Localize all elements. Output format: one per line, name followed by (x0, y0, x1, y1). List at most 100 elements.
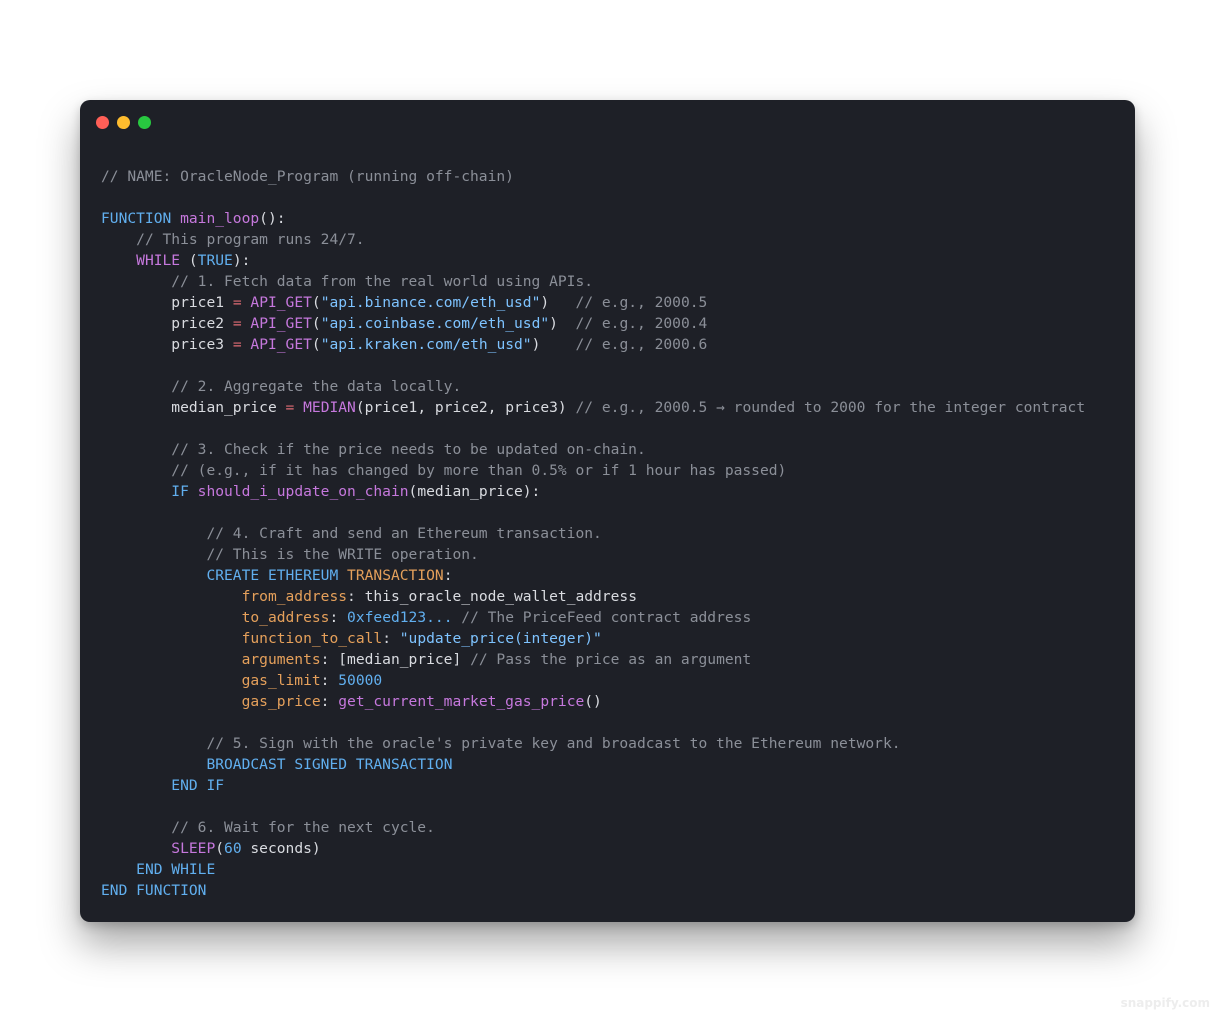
keyword: BROADCAST (206, 756, 286, 773)
comment: // e.g., 2000.5 (575, 294, 708, 311)
code-line: CREATE ETHEREUM TRANSACTION: (101, 565, 1085, 586)
code-line: from_address: this_oracle_node_wallet_ad… (241, 588, 637, 605)
arguments: seconds) (241, 840, 321, 857)
comment: // 3. Check if the price needs to be upd… (171, 441, 646, 458)
comment: // This program runs 24/7. (136, 231, 365, 248)
property-key: gas_price (241, 693, 321, 710)
code-line: // 3. Check if the price needs to be upd… (101, 439, 1085, 460)
comment: // 5. Sign with the oracle's private key… (206, 735, 901, 752)
keyword: END WHILE (136, 861, 216, 878)
comment: // e.g., 2000.4 (575, 315, 708, 332)
code-line: price3 = API_GET("api.kraken.com/eth_usd… (171, 336, 708, 353)
close-button[interactable] (96, 116, 109, 129)
punctuation: ( (215, 840, 225, 857)
keyword: FUNCTION (101, 210, 172, 227)
code-window: // NAME: OracleNode_Program (running off… (80, 100, 1135, 922)
comment: // (e.g., if it has changed by more than… (171, 462, 787, 479)
code-line: // 1. Fetch data from the real world usi… (101, 271, 1085, 292)
code-line: // (e.g., if it has changed by more than… (101, 460, 1085, 481)
keyword: TRANSACTION (355, 756, 453, 773)
number: 60 (224, 840, 242, 857)
function-call: get_current_market_gas_price (338, 693, 585, 710)
code-line: arguments: [median_price] // Pass the pr… (241, 651, 752, 668)
code-line: price2 = API_GET("api.coinbase.com/eth_u… (171, 315, 708, 332)
keyword: CREATE (206, 567, 260, 584)
code-line: END FUNCTION (101, 880, 1085, 901)
variable: price3 (171, 336, 225, 353)
arguments: (median_price): (408, 483, 541, 500)
comment: // 2. Aggregate the data locally. (171, 378, 462, 395)
maximize-button[interactable] (138, 116, 151, 129)
code-line: END IF (101, 775, 1085, 796)
property-value: this_oracle_node_wallet_address (364, 588, 637, 605)
comment: // 4. Craft and send an Ethereum transac… (206, 525, 602, 542)
code-line: gas_limit: 50000 (241, 672, 383, 689)
comment: // 1. Fetch data from the real world usi… (171, 273, 594, 290)
variable: price1 (171, 294, 225, 311)
code-line: // This program runs 24/7. (101, 229, 1085, 250)
property-value: 0xfeed123... (347, 609, 453, 626)
string: "api.kraken.com/eth_usd" (320, 336, 532, 353)
property-key: function_to_call (241, 630, 383, 647)
keyword: END FUNCTION (101, 882, 207, 899)
canvas: // NAME: OracleNode_Program (running off… (0, 0, 1215, 1022)
punctuation: ( (180, 252, 198, 269)
comment: // The PriceFeed contract address (461, 609, 752, 626)
function-call: MEDIAN (303, 399, 356, 416)
property-key: from_address (241, 588, 348, 605)
code-line: END WHILE (101, 859, 1085, 880)
code-line: function_to_call: "update_price(integer)… (241, 630, 602, 647)
string: "update_price(integer)" (399, 630, 602, 647)
code-line: price1 = API_GET("api.binance.com/eth_us… (171, 294, 708, 311)
window-controls (96, 116, 151, 129)
code-line: // 4. Craft and send an Ethereum transac… (101, 523, 1085, 544)
keyword: ETHEREUM (267, 567, 339, 584)
punctuation: ): (232, 252, 251, 269)
function-call: API_GET (250, 315, 312, 332)
operator: = (232, 294, 242, 311)
code-block: // NAME: OracleNode_Program (running off… (101, 166, 1085, 901)
variable: price2 (171, 315, 225, 332)
property-key: arguments (241, 651, 321, 668)
comment: // Pass the price as an argument (470, 651, 752, 668)
comment: // NAME: OracleNode_Program (running off… (101, 168, 514, 185)
code-line: FUNCTION main_loop(): (101, 208, 1085, 229)
comment: // e.g., 2000.5 → rounded to 2000 for th… (575, 399, 1086, 416)
code-line: // 2. Aggregate the data locally. (101, 376, 1085, 397)
function-call: should_i_update_on_chain (197, 483, 409, 500)
function-call: SLEEP (171, 840, 216, 857)
keyword: SIGNED (294, 756, 348, 773)
punctuation: (): (259, 210, 286, 227)
constant: TRUE (197, 252, 233, 269)
minimize-button[interactable] (117, 116, 130, 129)
code-line: to_address: 0xfeed123... // The PriceFee… (241, 609, 752, 626)
operator: = (285, 399, 295, 416)
code-line: // 5. Sign with the oracle's private key… (101, 733, 1085, 754)
comment: // e.g., 2000.6 (575, 336, 708, 353)
code-line: WHILE (TRUE): (101, 250, 1085, 271)
code-line: // This is the WRITE operation. (101, 544, 1085, 565)
code-line: BROADCAST SIGNED TRANSACTION (101, 754, 1085, 775)
operator: = (232, 315, 242, 332)
function-call: API_GET (250, 336, 312, 353)
number: 50000 (338, 672, 383, 689)
keyword: WHILE (136, 252, 181, 269)
property-key: gas_limit (241, 672, 321, 689)
string: "api.binance.com/eth_usd" (320, 294, 541, 311)
punctuation: () (584, 693, 602, 710)
function-call: API_GET (250, 294, 312, 311)
punctuation: : (443, 567, 453, 584)
arguments: (price1, price2, price3) (355, 399, 567, 416)
keyword: END IF (171, 777, 225, 794)
keyword: IF (171, 483, 189, 500)
code-line: gas_price: get_current_market_gas_price(… (241, 693, 602, 710)
string: "api.coinbase.com/eth_usd" (320, 315, 550, 332)
code-line: median_price = MEDIAN(price1, price2, pr… (101, 397, 1085, 418)
comment: // This is the WRITE operation. (206, 546, 479, 563)
